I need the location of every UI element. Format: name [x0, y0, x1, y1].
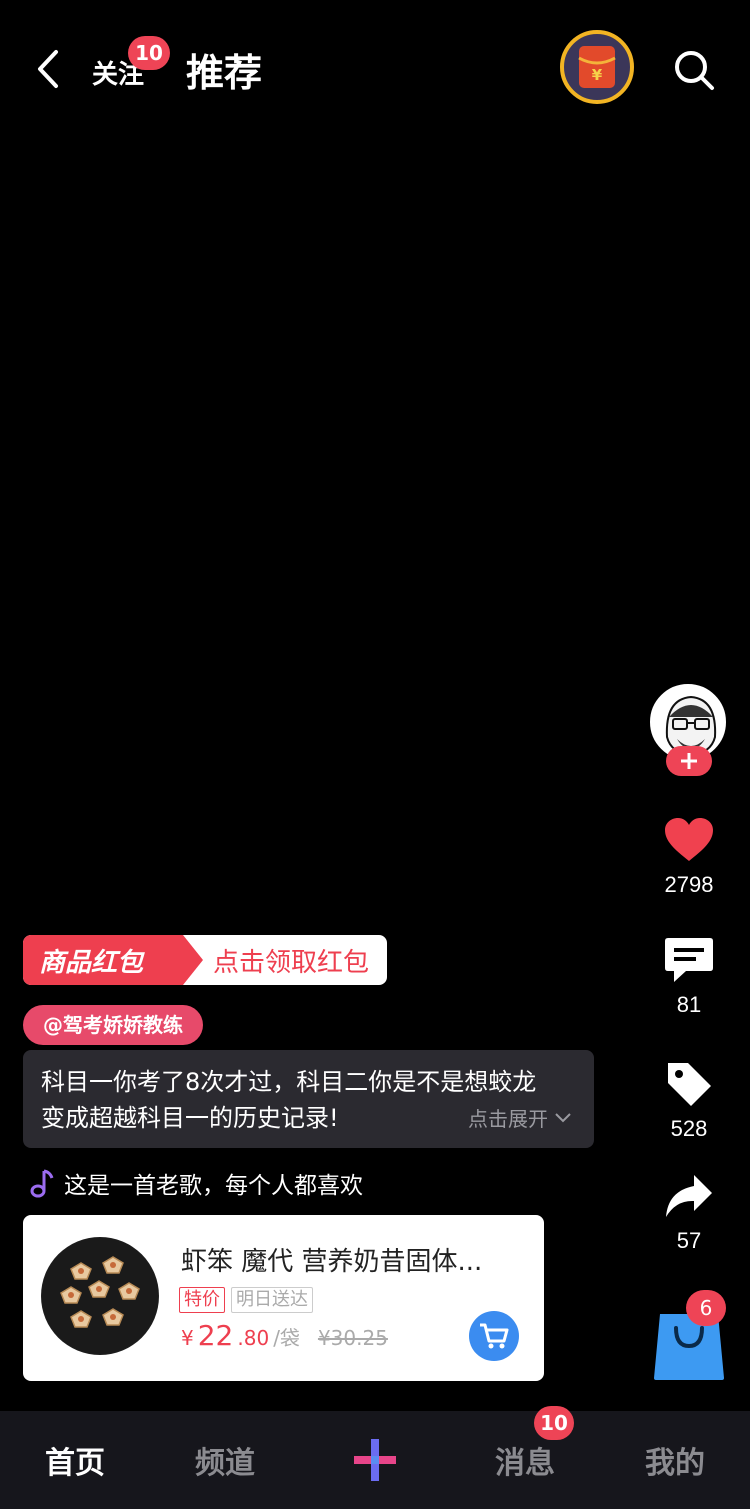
bottom-navigation: 首页 频道 消息 10 我的: [0, 1406, 750, 1509]
promo-tag: 商品红包: [23, 935, 203, 985]
delivery-tag: 明日送达: [231, 1287, 313, 1313]
chevron-down-icon: [555, 1112, 571, 1122]
red-envelope-icon: ¥: [578, 46, 616, 88]
nav-channel[interactable]: 频道: [150, 1438, 300, 1482]
dumpling-plate-image: [42, 1238, 158, 1354]
nav-home[interactable]: 首页: [0, 1438, 150, 1482]
price-tag-icon: [668, 1063, 711, 1106]
product-image: [41, 1237, 159, 1355]
plus-create-icon: [354, 1439, 396, 1481]
tag-count: 528: [670, 1116, 708, 1141]
original-price: ¥30.25: [317, 1326, 388, 1350]
like-count: 2798: [664, 872, 714, 897]
nav-messages-label: 消息: [495, 1446, 555, 1481]
special-price-tag: 特价: [179, 1287, 225, 1313]
product-title: 虾笨 魔代 营养奶昔固体...: [181, 1247, 483, 1277]
product-card[interactable]: 虾笨 魔代 营养奶昔固体... 特价 明日送达 ¥ 22.80 /袋 ¥30.2…: [23, 1215, 544, 1381]
like-button[interactable]: 2798: [650, 810, 728, 898]
back-arrow-icon[interactable]: [30, 46, 70, 92]
comment-button[interactable]: 81: [650, 930, 728, 1018]
follow-count-badge: 10: [128, 36, 170, 70]
price-unit: /袋: [273, 1326, 300, 1350]
expand-description-button[interactable]: 点击展开: [468, 1103, 572, 1132]
heart-icon: [665, 818, 713, 861]
expand-label: 点击展开: [468, 1107, 548, 1131]
follow-author-button[interactable]: [666, 746, 712, 776]
search-icon[interactable]: [672, 48, 716, 92]
svg-text:¥: ¥: [592, 66, 603, 84]
cart-count-badge: 6: [686, 1290, 726, 1326]
red-envelope-button[interactable]: ¥: [560, 30, 634, 104]
plus-icon: [681, 753, 697, 769]
promo-claim-text: 点击领取红包: [213, 947, 370, 978]
share-arrow-icon: [666, 1175, 712, 1217]
share-count: 57: [676, 1228, 702, 1253]
add-to-cart-button[interactable]: [469, 1311, 519, 1361]
messages-badge: 10: [534, 1406, 574, 1440]
comment-count: 81: [676, 992, 702, 1017]
description-line-1: 科目一你考了8次才过，科目二你是不是想蛟龙: [41, 1068, 537, 1096]
video-description[interactable]: 科目一你考了8次才过，科目二你是不是想蛟龙 变成超越科目一的历史记录! 点击展开: [23, 1050, 594, 1148]
nav-messages[interactable]: 消息 10: [450, 1406, 600, 1482]
music-info[interactable]: 这是一首老歌，每个人都喜欢: [30, 1166, 363, 1200]
price-currency: ¥: [181, 1326, 194, 1350]
tag-button[interactable]: 528: [650, 1054, 728, 1142]
nav-mine[interactable]: 我的: [600, 1438, 750, 1482]
music-note-icon: [30, 1169, 54, 1198]
tab-recommend[interactable]: 推荐: [186, 42, 262, 97]
author-name[interactable]: @驾考娇娇教练: [23, 1005, 203, 1045]
music-title: 这是一首老歌，每个人都喜欢: [64, 1173, 363, 1199]
cart-icon: [480, 1323, 509, 1349]
share-button[interactable]: 57: [650, 1166, 728, 1254]
price-decimal: .80: [237, 1326, 270, 1350]
create-post-button[interactable]: [300, 1437, 450, 1483]
comment-icon: [665, 938, 713, 982]
price-integer: 22: [197, 1319, 234, 1352]
product-price: ¥ 22.80 /袋 ¥30.25: [181, 1319, 388, 1352]
product-red-envelope-banner[interactable]: 商品红包 点击领取红包: [23, 935, 387, 985]
